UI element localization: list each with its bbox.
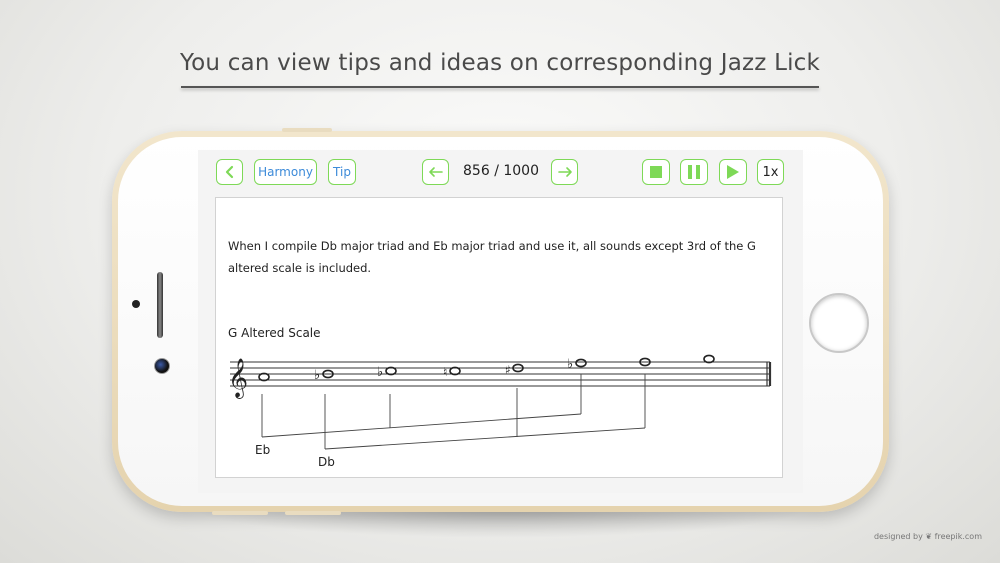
speed-button[interactable]: 1x [757,159,784,185]
play-icon [727,165,739,179]
tip-text: When I compile Db major triad and Eb maj… [228,239,756,275]
phone-bottom-button-1 [212,511,268,515]
next-arrow-icon [557,167,572,177]
stop-icon [650,166,662,178]
stop-button[interactable] [642,159,670,185]
front-camera [154,358,170,374]
svg-text:♭: ♭ [567,357,573,372]
scale-staff: 𝄞 ♭ ♭ ♮ ♯ ♭ Eb Db [228,354,772,469]
scale-title: G Altered Scale [228,326,321,340]
phone-bottom-button-2 [285,511,341,515]
note-2: ♭ [314,368,334,383]
note-5: ♯ [505,363,524,377]
play-button[interactable] [719,159,747,185]
staff-lines [230,361,770,387]
harmony-button[interactable]: Harmony [254,159,317,185]
svg-text:♭: ♭ [377,365,383,380]
db-label: Db [318,455,335,469]
pause-button[interactable] [680,159,708,185]
phone-top-button [282,128,332,132]
note-8 [703,354,715,364]
prev-arrow-icon [428,167,443,177]
note-6: ♭ [567,357,587,372]
note-1 [258,372,270,382]
prev-button[interactable] [422,159,449,185]
speed-label: 1x [762,164,779,180]
eb-triad-bracket [261,374,582,438]
headline: You can view tips and ideas on correspon… [179,50,821,76]
note-3: ♭ [377,365,397,380]
svg-text:♮: ♮ [443,365,447,379]
treble-clef-icon: 𝄞 [228,358,248,399]
back-button[interactable] [216,159,243,185]
speaker-grille [157,272,163,338]
watermark: designed by ❦ freepik.com [873,532,982,541]
home-button[interactable] [809,293,869,353]
back-chevron-icon [225,165,233,179]
eb-label: Eb [255,443,270,457]
svg-text:♯: ♯ [505,363,511,377]
tip-button[interactable]: Tip [328,159,356,185]
next-button[interactable] [551,159,578,185]
headline-rule [181,86,819,88]
pause-icon [688,165,700,179]
proximity-sensor [132,300,140,308]
svg-text:♭: ♭ [314,368,320,383]
lick-counter: 856 / 1000 [463,163,539,179]
note-4: ♮ [443,365,461,379]
db-triad-bracket [324,374,646,450]
